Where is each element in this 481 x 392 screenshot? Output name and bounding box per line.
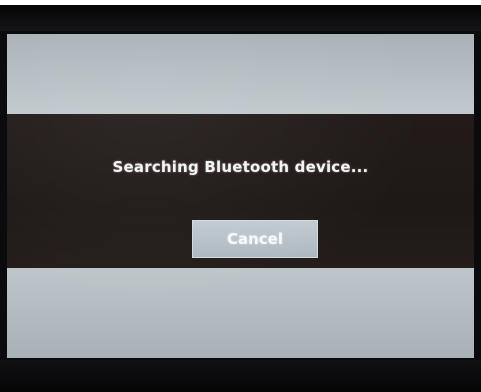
cancel-button[interactable]: Cancel	[192, 220, 318, 258]
screen-top-background	[7, 34, 474, 114]
device-photo: Searching Bluetooth device... Cancel	[0, 0, 481, 392]
bluetooth-search-dialog: Searching Bluetooth device... Cancel	[7, 114, 474, 268]
device-screen: Searching Bluetooth device... Cancel	[7, 34, 474, 358]
screen-bottom-background	[7, 268, 474, 358]
searching-message: Searching Bluetooth device...	[112, 158, 369, 176]
bezel-bottom-edge	[0, 360, 481, 392]
bezel-top-edge	[0, 5, 481, 31]
